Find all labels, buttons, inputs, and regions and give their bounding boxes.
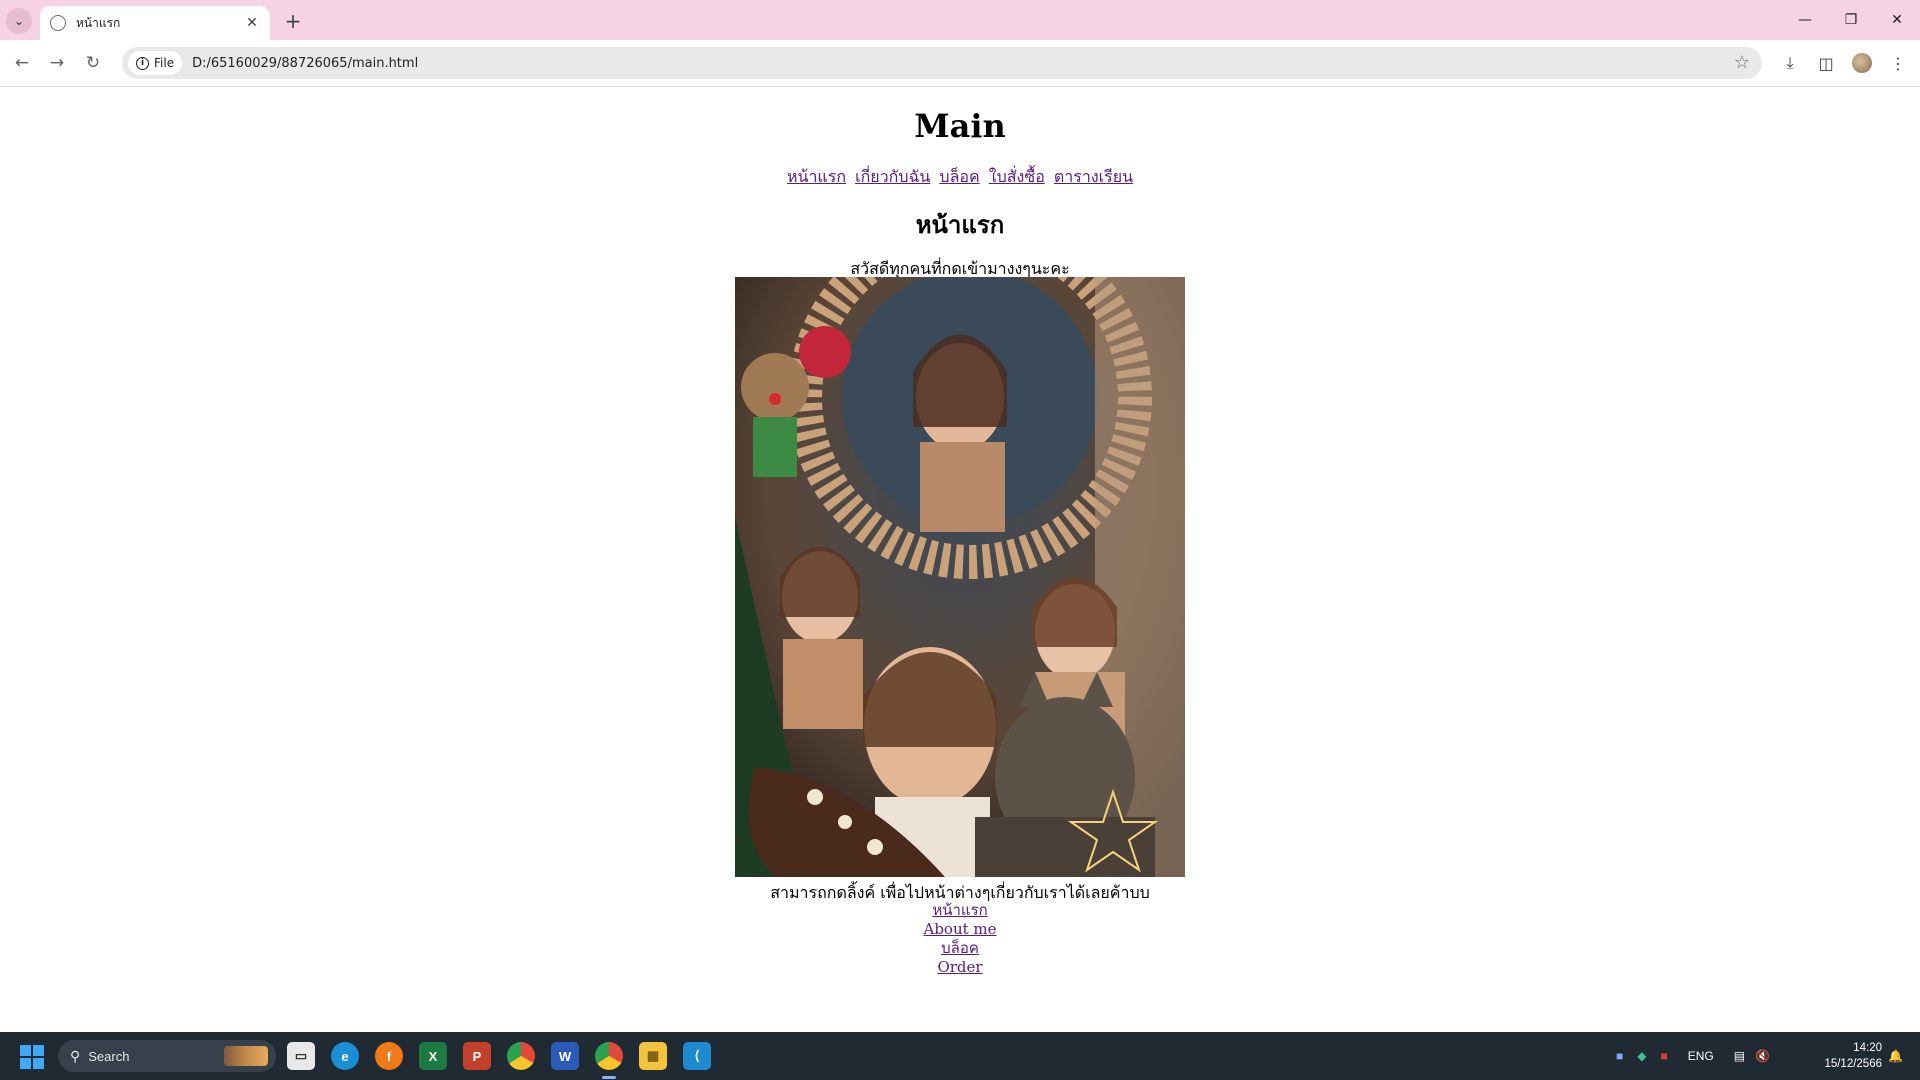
- nav-link-blog[interactable]: บล็อค: [939, 167, 979, 186]
- site-info-chip[interactable]: i File: [128, 51, 183, 75]
- powerpoint-icon[interactable]: P: [463, 1042, 491, 1070]
- nav-link-about[interactable]: เกี่ยวกับฉัน: [855, 167, 930, 186]
- task-view-icon[interactable]: ▭: [287, 1042, 315, 1070]
- address-bar[interactable]: i File D:/65160029/88726065/main.html ☆: [122, 47, 1762, 79]
- footer-link-blog[interactable]: บล็อค: [941, 939, 979, 957]
- minimize-button[interactable]: —: [1782, 0, 1828, 40]
- volume-muted-icon[interactable]: 🔇: [1755, 1049, 1770, 1063]
- file-explorer-icon[interactable]: ▦: [639, 1042, 667, 1070]
- browser-tab[interactable]: หน้าแรก ✕: [40, 6, 270, 40]
- info-icon: i: [136, 56, 149, 70]
- search-highlight-image: [224, 1046, 268, 1066]
- page-content: Main หน้าแรก เกี่ยวกับฉัน บล็อค ใบสั่งซื…: [0, 87, 1920, 1032]
- footer-link-about[interactable]: About me: [923, 920, 996, 938]
- vscode-icon[interactable]: ⟨: [683, 1042, 711, 1070]
- nav-link-home[interactable]: หน้าแรก: [787, 167, 846, 186]
- language-indicator[interactable]: ENG: [1688, 1049, 1714, 1063]
- defender-icon[interactable]: ◆: [1637, 1049, 1646, 1063]
- collage-photo: [735, 277, 1185, 877]
- section-heading: หน้าแรก: [915, 210, 1005, 239]
- globe-icon: [50, 15, 66, 31]
- scheme-label: File: [154, 56, 175, 70]
- reload-button[interactable]: ↻: [79, 49, 107, 77]
- tab-title: หน้าแรก: [76, 15, 121, 30]
- forward-button[interactable]: →: [43, 49, 71, 77]
- url-text[interactable]: D:/65160029/88726065/main.html: [192, 56, 418, 71]
- active-app-indicator: [602, 1076, 616, 1079]
- word-icon[interactable]: W: [551, 1042, 579, 1070]
- side-panel-icon[interactable]: ◫: [1812, 49, 1840, 77]
- restore-button[interactable]: ❐: [1828, 0, 1874, 40]
- search-icon: ⚲: [70, 1047, 81, 1064]
- browser-tab-bar: ⌄ หน้าแรก ✕ + — ❐ ✕: [0, 0, 1920, 40]
- tab-search-chevron-icon[interactable]: ⌄: [6, 8, 32, 34]
- taskbar: ⚲ Search ▭ e f X P W ▦ ⟨ ■ ◆ ■ ENG ▤ 🔇 1…: [0, 1032, 1920, 1080]
- taskbar-search[interactable]: ⚲ Search: [58, 1040, 276, 1072]
- clock-date: 15/12/2566: [1824, 1058, 1882, 1070]
- close-tab-icon[interactable]: ✕: [242, 13, 262, 33]
- clock-time: 14:20: [1853, 1042, 1882, 1054]
- page-title: Main: [914, 107, 1006, 145]
- excel-icon[interactable]: X: [419, 1042, 447, 1070]
- footer-link-home[interactable]: หน้าแรก: [932, 901, 987, 919]
- nav-link-schedule[interactable]: ตารางเรียน: [1054, 167, 1133, 186]
- nav-link-order[interactable]: ใบสั่งซื้อ: [989, 167, 1045, 186]
- new-tab-button[interactable]: +: [280, 8, 306, 34]
- footer-links: หน้าแรก About me บล็อค Order: [0, 901, 1920, 977]
- top-nav: หน้าแรก เกี่ยวกับฉัน บล็อค ใบสั่งซื้อ ตา…: [0, 165, 1920, 190]
- download-icon[interactable]: ⤓: [1776, 49, 1804, 77]
- teams-icon[interactable]: ■: [1616, 1049, 1623, 1063]
- clock[interactable]: 14:20 15/12/2566: [1812, 1040, 1882, 1072]
- edge-icon[interactable]: e: [331, 1042, 359, 1070]
- firefox-icon[interactable]: f: [375, 1042, 403, 1070]
- app-tray-icon[interactable]: ■: [1660, 1049, 1667, 1063]
- close-window-button[interactable]: ✕: [1874, 0, 1920, 40]
- windows-start-icon[interactable]: [20, 1045, 44, 1069]
- chrome-icon[interactable]: [507, 1042, 535, 1070]
- browser-toolbar: ← → ↻ i File D:/65160029/88726065/main.h…: [0, 40, 1920, 87]
- bookmark-star-icon[interactable]: ☆: [1734, 52, 1750, 73]
- notification-bell-icon[interactable]: 🔔: [1888, 1032, 1903, 1080]
- chrome-profile-icon[interactable]: [595, 1042, 623, 1070]
- network-icon[interactable]: ▤: [1734, 1049, 1745, 1063]
- menu-kebab-icon[interactable]: ⋮: [1884, 49, 1912, 77]
- footer-link-order[interactable]: Order: [937, 958, 982, 976]
- back-button[interactable]: ←: [8, 49, 36, 77]
- profile-avatar[interactable]: [1848, 49, 1876, 77]
- system-tray: ■ ◆ ■ ENG ▤ 🔇: [1616, 1032, 1780, 1080]
- taskbar-search-label: Search: [88, 1048, 130, 1064]
